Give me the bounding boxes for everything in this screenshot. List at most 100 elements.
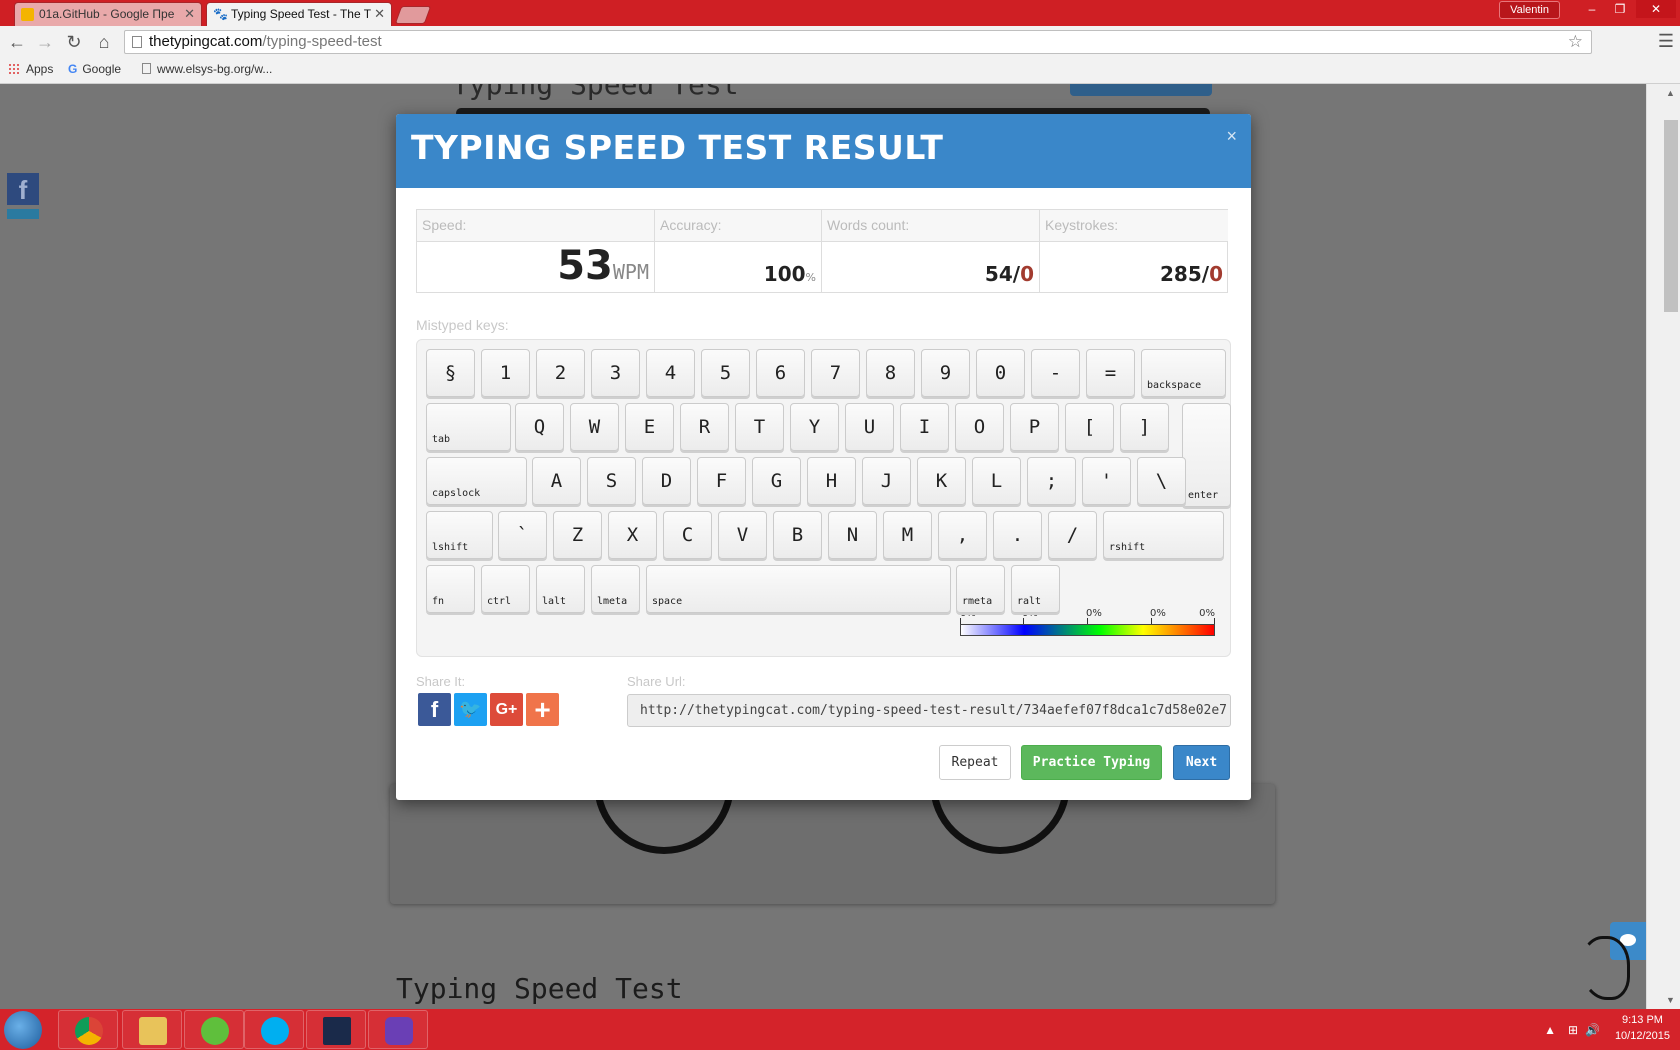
- twitter-icon[interactable]: [7, 209, 39, 219]
- repeat-button[interactable]: Repeat: [939, 745, 1011, 780]
- scroll-up-icon[interactable]: ▲: [1666, 88, 1675, 98]
- home-icon[interactable]: ⌂: [93, 31, 115, 53]
- tab-label: 01a.GitHub - Google Пре: [39, 7, 175, 21]
- key-label: 6: [774, 362, 787, 384]
- page-scrollbar[interactable]: ▲ ▼: [1646, 84, 1680, 1009]
- bookmarks-bar: Apps G Google www.elsys-bg.org/w...: [0, 58, 1680, 84]
- key-label: capslock: [432, 488, 481, 499]
- next-button[interactable]: Next: [1173, 745, 1230, 780]
- key: N: [828, 511, 877, 559]
- key-label: V: [736, 524, 749, 546]
- close-icon[interactable]: ×: [1226, 126, 1237, 147]
- network-icon[interactable]: ⊞: [1568, 1023, 1578, 1037]
- forward-arrow-icon[interactable]: →: [34, 31, 56, 53]
- page-button-top: [1070, 84, 1212, 96]
- share-url-input[interactable]: http://thetypingcat.com/typing-speed-tes…: [627, 694, 1231, 727]
- key: T: [735, 403, 784, 451]
- key: 7: [811, 349, 860, 397]
- key-label: Z: [571, 524, 584, 546]
- key: F: [697, 457, 746, 505]
- key: lshift: [426, 511, 493, 559]
- folder-icon: [139, 1017, 167, 1045]
- chrome-icon: [75, 1017, 103, 1045]
- twitter-share-icon[interactable]: 🐦: [454, 693, 487, 726]
- key: fn: [426, 565, 475, 613]
- key-label: .: [1011, 524, 1024, 546]
- key-label: T: [753, 416, 766, 438]
- start-button[interactable]: [4, 1011, 42, 1049]
- bookmark-apps[interactable]: Apps: [8, 62, 53, 76]
- key-label: lalt: [542, 596, 567, 607]
- legend-label: 0%: [1086, 608, 1102, 619]
- window-close-button[interactable]: ✕: [1636, 0, 1676, 18]
- key: 9: [921, 349, 970, 397]
- chrome-menu-icon[interactable]: ☰: [1658, 31, 1674, 52]
- bookmark-star-icon[interactable]: ☆: [1568, 31, 1583, 53]
- reload-icon[interactable]: ↻: [63, 31, 85, 53]
- stat-label: Accuracy:: [655, 210, 821, 242]
- facebook-icon[interactable]: f: [7, 173, 39, 205]
- browser-titlebar: 01a.GitHub - Google Пре ✕ 🐾 Typing Speed…: [0, 0, 1680, 26]
- key-label: B: [791, 524, 804, 546]
- key-label: space: [652, 596, 683, 607]
- profile-button[interactable]: Valentin: [1499, 1, 1560, 19]
- key-label: H: [825, 470, 838, 492]
- add-share-icon[interactable]: +: [526, 693, 559, 726]
- words-correct: 54: [984, 262, 1013, 286]
- stat-keystrokes: Keystrokes: 285/0: [1040, 210, 1228, 292]
- system-clock[interactable]: 9:13 PM 10/12/2015: [1615, 1012, 1670, 1044]
- key-label: lmeta: [597, 596, 628, 607]
- page-title-bottom: Typing Speed Test: [396, 972, 683, 1005]
- maximize-button[interactable]: ❐: [1606, 0, 1634, 18]
- key: O: [955, 403, 1004, 451]
- facebook-share-icon[interactable]: f: [418, 693, 451, 726]
- key-label: §: [444, 362, 457, 384]
- cat-board: [390, 784, 1275, 904]
- share-it-label: Share It:: [416, 674, 466, 689]
- taskbar-typingcat[interactable]: [368, 1010, 428, 1049]
- paw-icon: 🐾: [213, 7, 228, 21]
- tab-github[interactable]: 01a.GitHub - Google Пре ✕: [14, 2, 202, 26]
- close-icon[interactable]: ✕: [184, 6, 195, 22]
- key: 2: [536, 349, 585, 397]
- new-tab-button[interactable]: [394, 6, 432, 24]
- key: G: [752, 457, 801, 505]
- practice-typing-button[interactable]: Practice Typing: [1021, 745, 1162, 780]
- key-label: 0: [994, 362, 1007, 384]
- tab-typing-test[interactable]: 🐾 Typing Speed Test - The T ✕: [206, 2, 392, 26]
- legend-gradient: [960, 624, 1215, 636]
- tray-expand-icon[interactable]: ▲: [1544, 1023, 1556, 1037]
- key-label: 9: [939, 362, 952, 384]
- taskbar-explorer[interactable]: [122, 1010, 182, 1049]
- key: `: [498, 511, 547, 559]
- accuracy-value: 100%: [764, 242, 816, 292]
- scroll-down-icon[interactable]: ▼: [1666, 995, 1675, 1005]
- google-plus-share-icon[interactable]: G+: [490, 693, 523, 726]
- volume-icon[interactable]: 🔊: [1585, 1023, 1600, 1037]
- taskbar-chrome[interactable]: [58, 1010, 118, 1049]
- address-bar[interactable]: thetypingcat.com/typing-speed-test ☆: [124, 30, 1592, 54]
- cat-icon: [385, 1017, 413, 1045]
- key-label: backspace: [1147, 380, 1202, 391]
- taskbar-utorrent[interactable]: [184, 1010, 244, 1049]
- bookmark-elsys[interactable]: www.elsys-bg.org/w...: [142, 62, 272, 76]
- key-label: U: [863, 416, 876, 438]
- scrollbar-thumb[interactable]: [1664, 120, 1678, 312]
- back-arrow-icon[interactable]: ←: [6, 31, 28, 53]
- browser-toolbar: ← → ↻ ⌂ thetypingcat.com/typing-speed-te…: [0, 26, 1680, 58]
- speed-unit: WPM: [612, 260, 649, 284]
- key-label: 3: [609, 362, 622, 384]
- key-label: I: [918, 416, 931, 438]
- taskbar-skype[interactable]: [244, 1010, 304, 1049]
- key: D: [642, 457, 691, 505]
- key: tab: [426, 403, 511, 451]
- words-errors: 0: [1020, 262, 1034, 286]
- key-label: [: [1083, 416, 1096, 438]
- bookmark-google[interactable]: G Google: [68, 62, 121, 76]
- minimize-button[interactable]: –: [1578, 0, 1606, 18]
- key-label: ctrl: [487, 596, 512, 607]
- close-icon[interactable]: ✕: [374, 6, 385, 22]
- key: 4: [646, 349, 695, 397]
- key-label: 8: [884, 362, 897, 384]
- taskbar-league[interactable]: [306, 1010, 366, 1049]
